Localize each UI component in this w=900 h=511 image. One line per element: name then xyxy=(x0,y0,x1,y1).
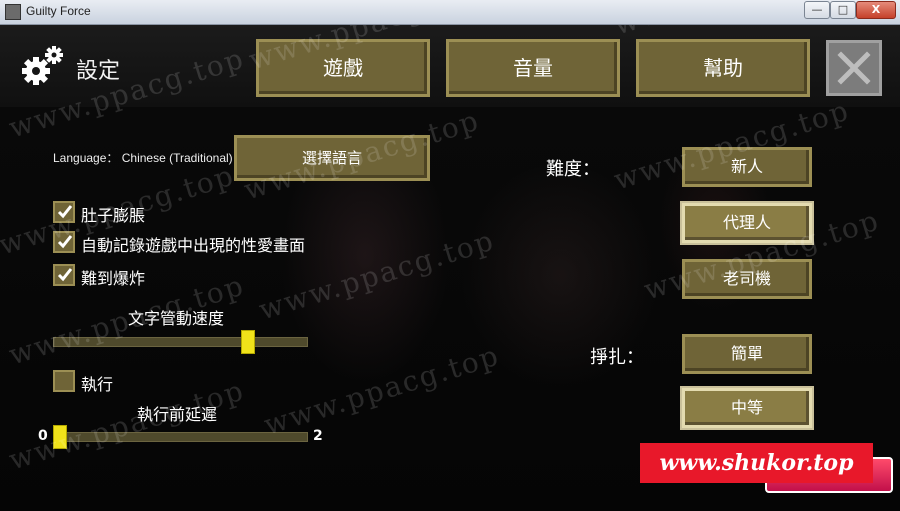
struggle-label: 掙扎： xyxy=(590,347,644,368)
select-language-button[interactable]: 選擇語言 xyxy=(234,135,430,181)
check-icon xyxy=(57,268,73,282)
option-belly-bulge[interactable]: 肚子膨脹 xyxy=(53,201,313,225)
struggle-easy-button[interactable]: 簡單 xyxy=(682,334,812,374)
settings-title: 設定 xyxy=(76,59,121,84)
checkbox[interactable] xyxy=(53,201,75,223)
option-label: 自動記錄遊戲中出現的性愛畫面 xyxy=(81,236,306,255)
delay-label: 執行前延遲 xyxy=(137,405,218,424)
window-titlebar: Guilty Force — □ X xyxy=(0,0,900,25)
difficulty-novice-button[interactable]: 新人 xyxy=(682,147,812,187)
delay-slider[interactable] xyxy=(53,432,308,442)
delay-handle[interactable] xyxy=(53,425,67,449)
window-title: Guilty Force xyxy=(26,4,91,18)
tab-help[interactable]: 幫助 xyxy=(636,39,810,97)
option-label: 執行 xyxy=(81,375,114,394)
text-speed-label: 文字管動速度 xyxy=(128,309,225,328)
gear-icon xyxy=(22,46,63,85)
text-speed-slider[interactable] xyxy=(53,337,308,347)
difficulty-agent-button[interactable]: 代理人 xyxy=(682,203,812,243)
check-icon xyxy=(57,235,73,249)
minimize-button[interactable]: — xyxy=(804,1,830,19)
difficulty-veteran-button[interactable]: 老司機 xyxy=(682,259,812,299)
struggle-medium-button[interactable]: 中等 xyxy=(682,388,812,428)
checkbox[interactable] xyxy=(53,231,75,253)
option-label: 肚子膨脹 xyxy=(81,206,146,225)
delay-min-label: 0 xyxy=(38,428,48,444)
option-auto-record[interactable]: 自動記錄遊戲中出現的性愛畫面 xyxy=(53,231,353,255)
option-execute[interactable]: 執行 xyxy=(53,370,153,394)
checkbox[interactable] xyxy=(53,370,75,392)
maximize-button[interactable]: □ xyxy=(830,1,856,19)
tab-volume[interactable]: 音量 xyxy=(446,39,620,97)
x-icon xyxy=(837,51,871,85)
watermark-banner: www.shukor.top xyxy=(640,443,873,483)
option-label: 難到爆炸 xyxy=(81,269,146,288)
tab-game[interactable]: 遊戲 xyxy=(256,39,430,97)
close-settings-button[interactable] xyxy=(826,40,882,96)
language-label: Language： Chinese (Traditional) xyxy=(53,151,233,165)
delay-max-label: 2 xyxy=(313,428,323,444)
game-viewport: 設定 遊戲 音量 幫助 Language： Chinese (Tradition… xyxy=(0,25,900,511)
app-icon xyxy=(5,4,21,20)
window-close-button[interactable]: X xyxy=(856,1,896,19)
difficulty-label: 難度： xyxy=(546,159,600,180)
checkbox[interactable] xyxy=(53,264,75,286)
text-speed-handle[interactable] xyxy=(240,330,255,354)
check-icon xyxy=(57,205,73,219)
option-extreme-difficulty[interactable]: 難到爆炸 xyxy=(53,264,313,288)
